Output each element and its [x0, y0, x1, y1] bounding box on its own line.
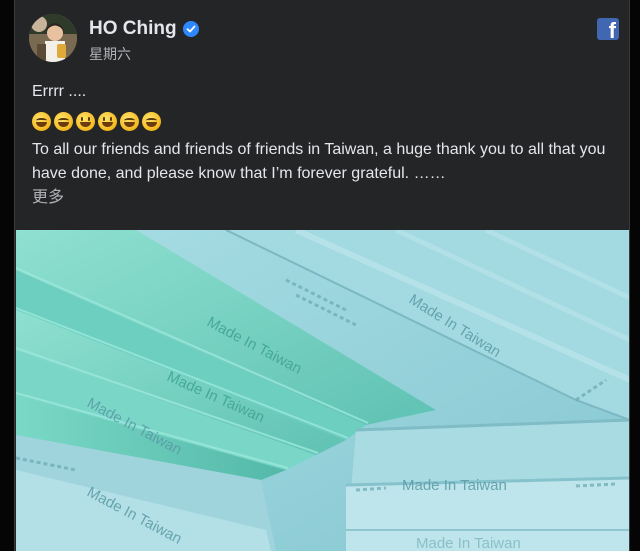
grinning-face-icon — [32, 112, 51, 131]
post-body: Errrr .... To all our friends and friend… — [32, 80, 622, 210]
post-paragraph: To all our friends and friends of friend… — [32, 141, 606, 182]
author-name[interactable]: HO Ching — [89, 18, 177, 40]
verified-badge-icon — [182, 21, 199, 37]
author-line: HO Ching — [89, 18, 199, 40]
grinning-face-icon — [120, 112, 139, 131]
facebook-logo-icon[interactable]: f — [597, 18, 619, 40]
checkmark-icon — [186, 25, 196, 33]
emoji-row — [32, 112, 622, 132]
author-avatar[interactable] — [29, 14, 77, 62]
author-info: HO Ching 星期六 — [89, 18, 199, 64]
post-text-line: Errrr .... — [32, 83, 87, 100]
see-more-link[interactable]: 更多 — [32, 186, 622, 210]
smiley-face-icon — [98, 112, 117, 131]
post-photo[interactable]: Made In Taiwan Made In Taiwan Made In Ta… — [16, 230, 629, 551]
post-header: HO Ching 星期六 f — [29, 14, 619, 68]
surgical-masks-image: Made In Taiwan Made In Taiwan Made In Ta… — [16, 230, 629, 551]
facebook-post-card: HO Ching 星期六 f Errrr .... To all our fri… — [14, 0, 630, 551]
avatar-image — [29, 14, 77, 62]
grinning-face-icon — [142, 112, 161, 131]
grinning-face-icon — [54, 112, 73, 131]
smiley-face-icon — [76, 112, 95, 131]
embossed-label: Made In Taiwan — [402, 477, 507, 494]
post-timestamp[interactable]: 星期六 — [89, 44, 199, 64]
embossed-label: Made In Taiwan — [416, 535, 521, 551]
